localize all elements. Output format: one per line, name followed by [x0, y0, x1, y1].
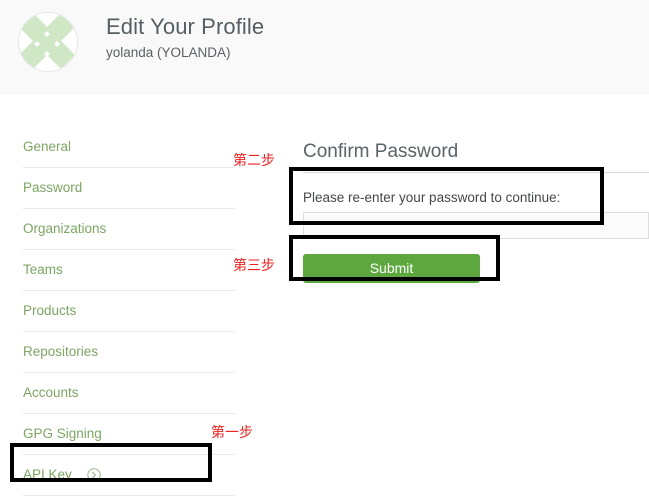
submit-button[interactable]: Submit [303, 253, 480, 283]
password-field-label: Please re-enter your password to continu… [303, 189, 561, 205]
page-header: Edit Your Profile yolanda (YOLANDA) [0, 0, 649, 95]
avatar [18, 12, 78, 72]
sidebar-item-label: Repositories [23, 344, 99, 359]
sidebar-item-accounts[interactable]: Accounts [23, 373, 235, 414]
sidebar-item-label: GPG Signing [23, 426, 102, 441]
confirm-password-panel: Confirm Password Please re-enter your pa… [303, 123, 649, 283]
header-text: Edit Your Profile yolanda (YOLANDA) [106, 12, 264, 62]
settings-sidebar: General Password Organizations Teams Pro… [23, 127, 235, 496]
sidebar-item-label: Password [23, 180, 83, 195]
sidebar-item-label: Accounts [23, 385, 79, 400]
chevron-right-circle-icon [86, 468, 101, 483]
sidebar-item-label: Products [23, 303, 77, 318]
sidebar-item-label: Teams [23, 262, 63, 277]
page-subtitle: yolanda (YOLANDA) [106, 45, 231, 60]
sidebar-item-api-key[interactable]: API Key [23, 455, 235, 496]
sidebar-item-general[interactable]: General [23, 127, 235, 168]
sidebar-item-label: API Key [23, 467, 72, 482]
section-title: Confirm Password [303, 139, 649, 173]
content-area: General Password Organizations Teams Pro… [0, 95, 649, 502]
sidebar-item-teams[interactable]: Teams [23, 250, 235, 291]
sidebar-item-repositories[interactable]: Repositories [23, 332, 235, 373]
header-inner: Edit Your Profile yolanda (YOLANDA) [18, 12, 264, 72]
sidebar-item-products[interactable]: Products [23, 291, 235, 332]
sidebar-item-label: Organizations [23, 221, 107, 236]
submit-row: Submit [303, 253, 649, 283]
identicon-avatar-icon [19, 13, 77, 69]
password-input[interactable] [303, 211, 649, 239]
sidebar-item-organizations[interactable]: Organizations [23, 209, 235, 250]
sidebar-item-gpg-signing[interactable]: GPG Signing [23, 414, 235, 455]
page-title: Edit Your Profile [106, 14, 265, 39]
sidebar-item-password[interactable]: Password [23, 168, 235, 209]
sidebar-item-label: General [23, 139, 72, 154]
